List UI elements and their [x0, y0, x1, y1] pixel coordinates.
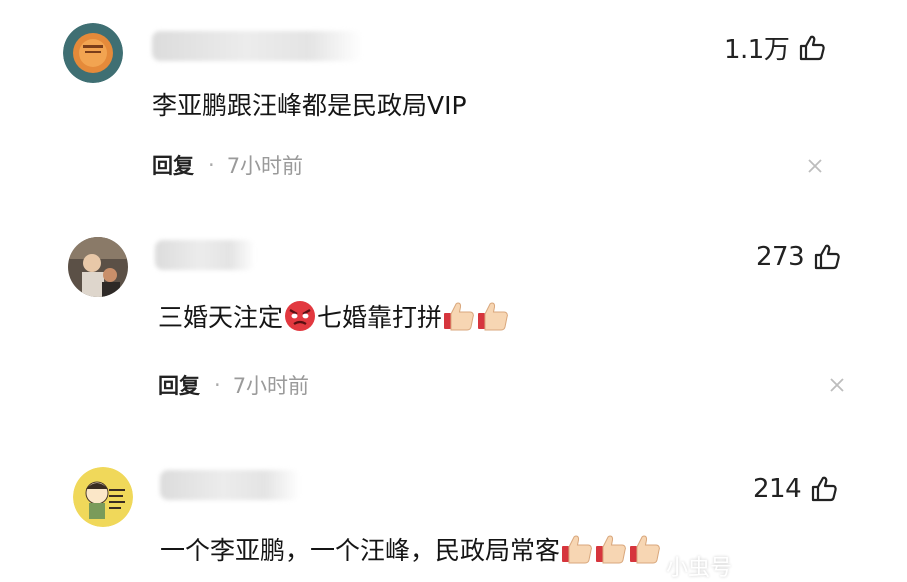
watermark-text: 小虫号: [666, 556, 733, 581]
comment-item: 214 一个李亚鹏，一个汪峰，民政局常客: [0, 450, 907, 580]
close-icon[interactable]: [828, 376, 846, 394]
thumbs-up-icon[interactable]: [809, 474, 839, 504]
comment-text-part2: 七婚靠打拼: [317, 303, 443, 332]
meta-separator: ·: [208, 153, 215, 177]
thumbs-up-emoji-icon: [628, 532, 662, 566]
username-blurred[interactable]: [152, 31, 362, 61]
username-blurred[interactable]: [160, 470, 300, 500]
comment-meta: 回复 · 7小时前: [152, 150, 303, 180]
thumbs-up-emoji-icon: [560, 532, 594, 566]
comment-time: 7小时前: [232, 374, 310, 398]
comment-item: 1.1万 李亚鹏跟汪峰都是民政局VIP 回复 · 7小时前: [0, 0, 907, 210]
comment-text-body: 一个李亚鹏，一个汪峰，民政局常客: [160, 536, 561, 565]
comment-text: 李亚鹏跟汪峰都是民政局VIP: [152, 86, 467, 122]
comment-text: 一个李亚鹏，一个汪峰，民政局常客: [160, 531, 662, 567]
meta-separator: ·: [214, 373, 221, 397]
comment-time: 7小时前: [226, 154, 304, 178]
comment-text-body: 李亚鹏跟汪峰都是民政局VIP: [152, 91, 467, 120]
like-count: 273: [756, 242, 805, 272]
username-blurred[interactable]: [155, 240, 255, 270]
thumbs-up-emoji-icon: [594, 532, 628, 566]
like-count: 214: [753, 474, 802, 504]
thumbs-up-icon[interactable]: [812, 242, 842, 272]
like-control[interactable]: 273: [756, 242, 842, 272]
like-control[interactable]: 214: [753, 474, 839, 504]
angry-face-emoji-icon: [283, 299, 317, 333]
comment-text-part1: 三婚天注定: [158, 303, 284, 332]
comment-text: 三婚天注定 七婚靠打拼: [158, 298, 510, 334]
thumbs-up-icon[interactable]: [797, 33, 827, 63]
avatar[interactable]: [73, 467, 133, 527]
comment-item: 273 三婚天注定 七婚靠打拼 回复 · 7小时前: [0, 215, 907, 425]
avatar[interactable]: [63, 23, 123, 83]
avatar[interactable]: [68, 237, 128, 297]
thumbs-up-emoji-icon: [476, 299, 510, 333]
reply-button[interactable]: 回复: [158, 370, 200, 400]
thumbs-up-emoji-icon: [442, 299, 476, 333]
reply-button[interactable]: 回复: [152, 150, 194, 180]
like-count: 1.1万: [724, 35, 790, 65]
comment-meta: 回复 · 7小时前: [158, 370, 309, 400]
close-icon[interactable]: [806, 157, 824, 175]
like-control[interactable]: 1.1万: [724, 29, 827, 66]
